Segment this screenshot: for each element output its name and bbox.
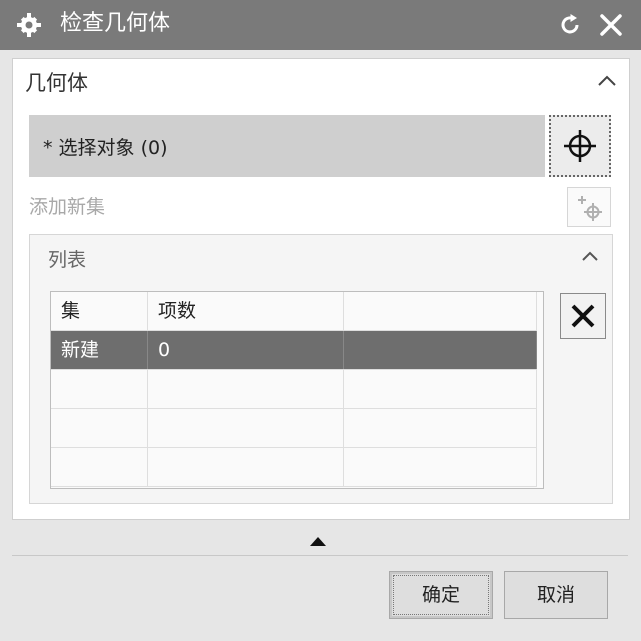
add-new-set-label: 添加新集 — [29, 196, 106, 218]
table-header-row: 集 项数 — [51, 292, 537, 331]
crosshair-icon — [564, 130, 596, 162]
select-object-label: * 选择对象 (0) — [43, 137, 168, 159]
expand-up-triangle-icon[interactable] — [309, 535, 327, 547]
cancel-button[interactable]: 取消 — [504, 571, 608, 619]
column-header-extra[interactable] — [344, 292, 537, 330]
geometry-section-title: 几何体 — [25, 71, 88, 95]
table-cell-count: 0 — [148, 331, 344, 369]
select-object-field[interactable]: * 选择对象 (0) — [29, 115, 545, 177]
focus-ring — [393, 575, 489, 615]
select-object-button[interactable] — [549, 115, 611, 177]
table-cell-set — [51, 409, 148, 447]
table-row[interactable] — [51, 448, 537, 487]
dialog-title: 检查几何体 — [60, 11, 171, 36]
close-icon[interactable] — [598, 12, 624, 38]
table-row[interactable] — [51, 409, 537, 448]
footer-separator — [12, 555, 628, 556]
table-cell-set: 新建 — [51, 331, 148, 369]
geometry-panel: 几何体 * 选择对象 (0) 添加新集 列表 集 项数 新建 0 — [12, 58, 630, 520]
chevron-up-icon[interactable] — [580, 249, 600, 263]
table-cell-count — [148, 370, 344, 408]
add-set-icon — [578, 196, 602, 221]
delete-set-button[interactable] — [560, 293, 606, 339]
table-cell-extra — [344, 409, 537, 447]
table-cell-count — [148, 409, 344, 447]
table-row[interactable] — [51, 370, 537, 409]
list-section-title: 列表 — [48, 249, 87, 271]
chevron-up-icon[interactable] — [597, 73, 617, 87]
sets-table: 集 项数 新建 0 — [50, 291, 544, 489]
cancel-button-label: 取消 — [536, 584, 575, 606]
ok-button[interactable]: 确定 — [389, 571, 493, 619]
list-section: 列表 集 项数 新建 0 — [29, 234, 613, 504]
table-cell-count — [148, 448, 344, 486]
add-new-set-button[interactable] — [567, 187, 611, 227]
table-cell-extra — [344, 448, 537, 486]
reset-icon[interactable] — [557, 12, 583, 38]
table-cell-extra — [344, 331, 537, 369]
table-row[interactable]: 新建 0 — [51, 331, 537, 370]
table-cell-extra — [344, 370, 537, 408]
table-cell-set — [51, 448, 148, 486]
dialog-titlebar: 检查几何体 — [0, 0, 641, 50]
table-cell-set — [51, 370, 148, 408]
delete-x-icon — [571, 304, 595, 328]
column-header-set[interactable]: 集 — [51, 292, 148, 330]
column-header-count[interactable]: 项数 — [148, 292, 344, 330]
gear-icon[interactable] — [16, 12, 42, 38]
